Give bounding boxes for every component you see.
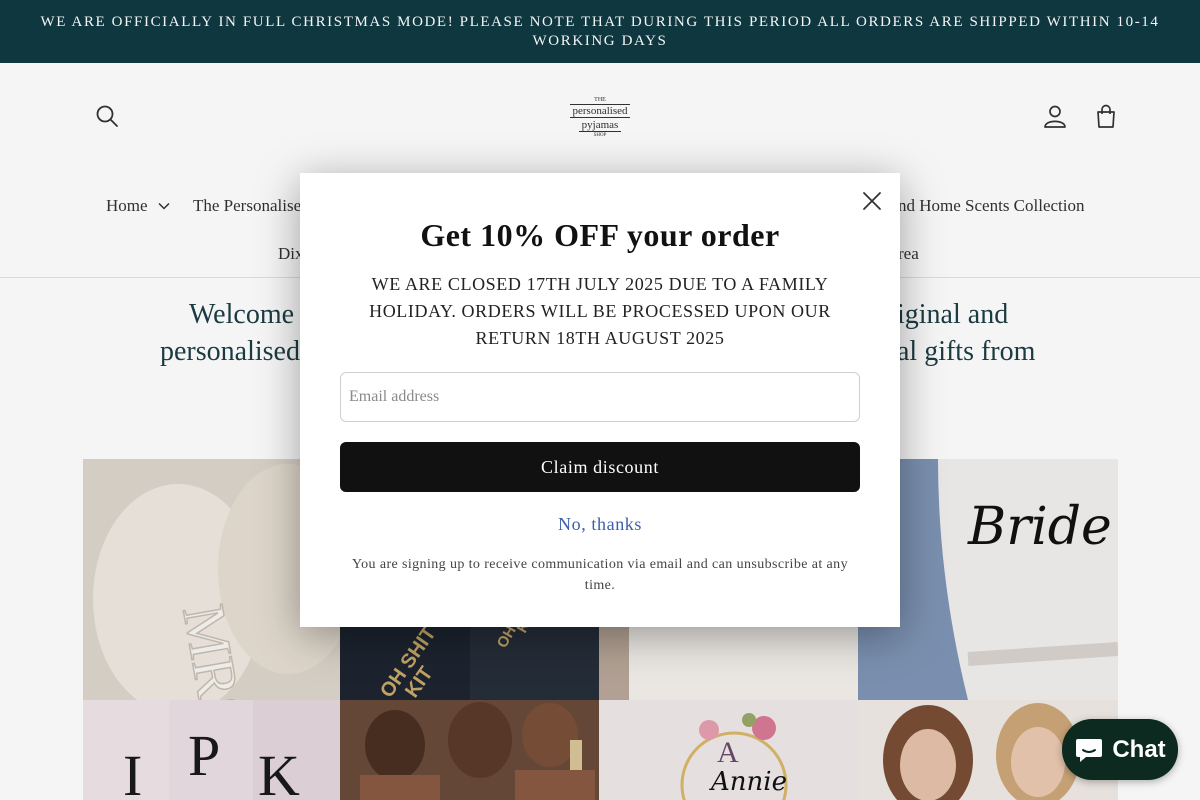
chat-bubble-icon (1076, 738, 1103, 762)
discount-popup: Get 10% OFF your order WE ARE CLOSED 17T… (300, 173, 900, 627)
popup-title: Get 10% OFF your order (420, 217, 780, 253)
no-thanks-link[interactable]: No, thanks (300, 514, 900, 535)
email-field[interactable] (340, 372, 860, 422)
popup-notice: WE ARE CLOSED 17TH JULY 2025 DUE TO A FA… (369, 274, 831, 348)
chat-button[interactable]: Chat (1062, 719, 1178, 780)
close-icon[interactable] (858, 187, 886, 215)
chat-label: Chat (1112, 735, 1166, 763)
claim-discount-button[interactable]: Claim discount (340, 442, 860, 492)
popup-legal-text: You are signing up to receive communicat… (352, 557, 848, 593)
